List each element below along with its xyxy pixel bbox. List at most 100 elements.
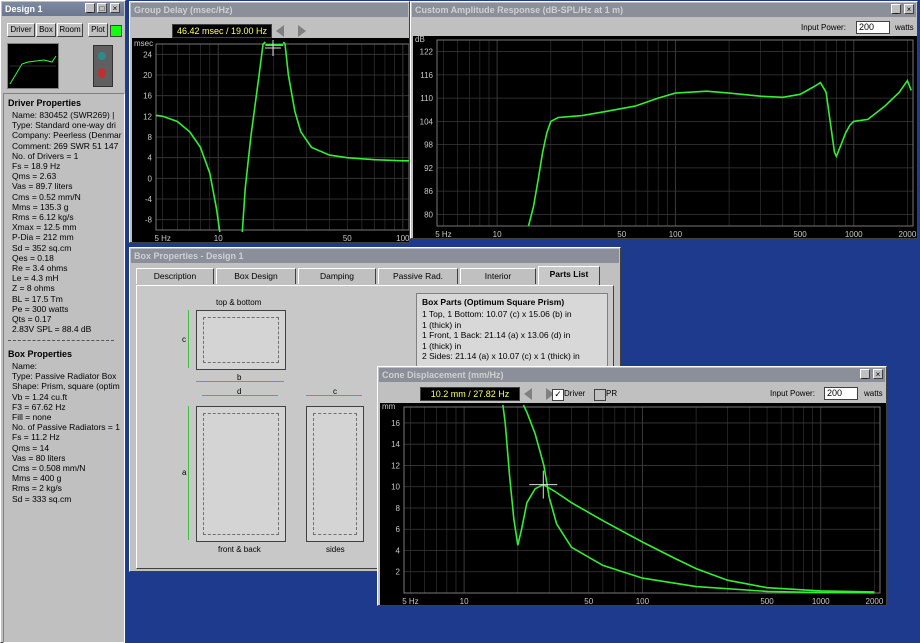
top-bottom-panel bbox=[196, 310, 286, 370]
cone-readout: 10.2 mm / 27.82 Hz bbox=[420, 387, 520, 401]
part-line: 2 Sides: 21.14 (a) x 10.07 (c) x 1 (thic… bbox=[422, 351, 580, 361]
amplitude-plot[interactable]: 122 116 110 104 98 92 86 80 5 Hz 10 50 100 500 1000 20… bbox=[413, 36, 917, 238]
driver-property: Le = 4.3 mH bbox=[12, 273, 59, 284]
driver-properties-heading: Driver Properties bbox=[8, 98, 82, 108]
room-button[interactable]: Room bbox=[57, 23, 83, 37]
amplitude-x-tick: 500 bbox=[793, 230, 807, 238]
box-property: No. of Passive Radiators = 1 bbox=[12, 422, 120, 433]
amplitude-x-tick: 50 bbox=[617, 230, 626, 238]
driver-checkbox[interactable]: ✓ bbox=[552, 389, 564, 401]
group-delay-readout: 46.42 msec / 19.00 Hz bbox=[172, 24, 272, 38]
group-delay-window: Group Delay (msec/Hz) 46.42 msec / 19.00… bbox=[129, 1, 410, 243]
box-properties-titlebar[interactable]: Box Properties - Design 1 bbox=[131, 249, 619, 263]
tab-passive-rad[interactable]: Passive Rad. bbox=[378, 268, 458, 284]
amplitude-y-tick: 92 bbox=[424, 164, 433, 173]
driver-property: Name: 830452 (SWR269) | bbox=[12, 110, 115, 120]
cone-titlebar[interactable]: Cone Displacement (mm/Hz) bbox=[379, 368, 885, 382]
close-icon[interactable]: × bbox=[873, 369, 883, 379]
cone-y-unit: mm bbox=[382, 403, 396, 411]
input-power-field[interactable]: 200 bbox=[824, 387, 858, 400]
tab-box-design[interactable]: Box Design bbox=[216, 268, 296, 284]
watts-label: watts bbox=[864, 389, 883, 398]
readout-arrows-icon[interactable] bbox=[274, 24, 314, 38]
amplitude-x-tick: 1000 bbox=[845, 230, 863, 238]
group-delay-y-tick: 20 bbox=[143, 71, 152, 80]
cone-y-tick: 12 bbox=[391, 461, 400, 470]
box-properties-heading: Box Properties bbox=[8, 349, 73, 359]
thumbnail-curve bbox=[9, 55, 57, 85]
group-delay-y-tick: 24 bbox=[143, 50, 152, 59]
box-property: Fs = 11.2 Hz bbox=[12, 432, 60, 443]
amplitude-y-tick: 86 bbox=[424, 187, 433, 196]
cone-y-tick: 8 bbox=[396, 504, 401, 513]
input-power-label: Input Power: bbox=[770, 389, 815, 398]
tab-parts-list[interactable]: Parts List bbox=[538, 266, 600, 285]
dim-b-label: b bbox=[237, 373, 242, 382]
group-delay-y-tick: 16 bbox=[143, 92, 152, 101]
amplitude-y-tick: 104 bbox=[420, 117, 434, 126]
group-delay-titlebar[interactable]: Group Delay (msec/Hz) bbox=[131, 3, 408, 17]
group-delay-curve bbox=[155, 114, 221, 233]
amplitude-x-tick: 10 bbox=[493, 230, 502, 238]
amplitude-y-tick: 110 bbox=[420, 94, 433, 103]
minimize-icon[interactable]: _ bbox=[891, 4, 901, 14]
cone-x-tick: 10 bbox=[460, 597, 469, 605]
driver-property: Mms = 135.3 g bbox=[12, 201, 69, 212]
dim-c2-label: c bbox=[333, 387, 337, 396]
driver-property: Pe = 300 watts bbox=[12, 303, 69, 314]
driver-property: Company: Peerless (Denmar bbox=[12, 130, 122, 141]
driver-property: Re = 3.4 ohms bbox=[12, 263, 68, 273]
tab-description[interactable]: Description bbox=[136, 268, 214, 284]
speaker-icon bbox=[93, 45, 113, 87]
driver-property: Xmax = 12.5 mm bbox=[12, 222, 77, 233]
box-property: Type: Passive Radiator Box bbox=[12, 371, 117, 382]
driver-button[interactable]: Driver bbox=[7, 23, 35, 37]
cone-curve bbox=[502, 404, 875, 593]
group-delay-y-unit: msec bbox=[134, 39, 153, 48]
group-delay-x-tick: 50 bbox=[343, 234, 352, 242]
minimize-icon[interactable]: _ bbox=[860, 369, 870, 379]
cone-curve bbox=[522, 404, 875, 594]
amplitude-titlebar[interactable]: Custom Amplitude Response (dB-SPL/Hz at … bbox=[412, 3, 916, 17]
cone-x-tick: 500 bbox=[760, 597, 774, 605]
part-line: 1 (thick) in bbox=[422, 340, 462, 351]
amplitude-y-tick: 122 bbox=[420, 48, 434, 57]
cone-plot[interactable]: 16 14 12 10 8 6 4 2 5 Hz 10 50 100 500 1000 2000 mm bbox=[380, 403, 886, 605]
part-line: 1 Top, 1 Bottom: 10.07 (c) x 15.06 (b) i… bbox=[422, 309, 572, 319]
cone-title: Cone Displacement (mm/Hz) bbox=[382, 370, 504, 380]
box-property: Vb = 1.24 cu.ft bbox=[12, 391, 68, 402]
box-property: Vas = 80 liters bbox=[12, 452, 66, 463]
input-power-field[interactable]: 200 bbox=[856, 21, 890, 34]
maximize-icon[interactable]: □ bbox=[97, 3, 107, 13]
group-delay-plot[interactable]: 24 20 16 12 8 4 0 -4 -8 5 Hz 10 50 100 msec bbox=[132, 38, 409, 242]
driver-checkbox-label: Driver bbox=[564, 389, 586, 398]
front-back-label: front & back bbox=[218, 545, 261, 554]
tab-damping[interactable]: Damping bbox=[298, 268, 376, 284]
properties-panel: Driver Properties Name: 830452 (SWR269) … bbox=[3, 93, 125, 643]
box-property: Name: bbox=[12, 361, 38, 371]
cone-x-tick: 50 bbox=[584, 597, 593, 605]
pr-checkbox-label: PR bbox=[606, 389, 618, 398]
driver-property: BL = 17.5 Tm bbox=[12, 293, 63, 304]
group-delay-y-tick: 4 bbox=[148, 154, 153, 163]
plot-button[interactable]: Plot bbox=[88, 23, 108, 37]
input-power-label: Input Power: bbox=[801, 23, 846, 32]
cone-window: Cone Displacement (mm/Hz) _ × 10.2 mm / … bbox=[377, 366, 887, 606]
driver-property: Z = 8 ohms bbox=[12, 283, 55, 294]
box-button[interactable]: Box bbox=[36, 23, 56, 37]
pr-checkbox[interactable] bbox=[594, 389, 606, 401]
amplitude-x-tick: 5 Hz bbox=[435, 230, 451, 238]
box-property: Fill = none bbox=[12, 412, 52, 422]
response-thumbnail[interactable] bbox=[7, 43, 59, 89]
driver-property: Vas = 89.7 liters bbox=[12, 181, 73, 192]
minimize-icon[interactable]: _ bbox=[85, 3, 95, 13]
cone-x-tick: 1000 bbox=[812, 597, 830, 605]
group-delay-y-tick: 0 bbox=[148, 174, 153, 183]
close-icon[interactable]: × bbox=[110, 3, 120, 13]
design-window: Design 1 _ □ × Driver Box Room Plot Driv… bbox=[0, 0, 126, 643]
driver-property: Qts = 0.17 bbox=[12, 314, 52, 324]
close-icon[interactable]: × bbox=[904, 4, 914, 14]
box-property: Sd = 333 sq.cm bbox=[12, 493, 72, 504]
tab-interior[interactable]: Interior bbox=[460, 268, 536, 284]
group-delay-x-tick: 10 bbox=[214, 234, 223, 242]
